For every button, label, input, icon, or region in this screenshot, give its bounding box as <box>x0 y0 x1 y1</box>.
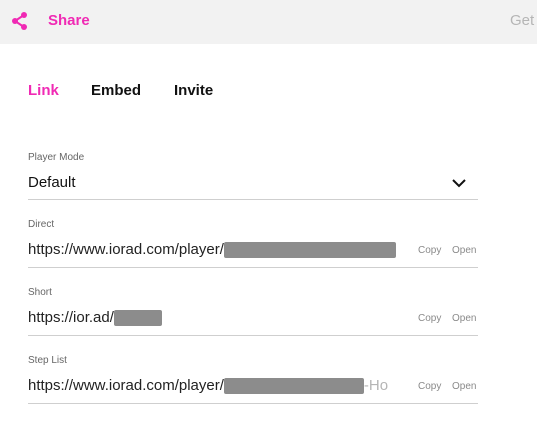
direct-label: Direct <box>28 219 55 230</box>
open-button[interactable]: Open <box>452 313 476 324</box>
step-list-link-field: Step List https://www.iorad.com/player/ … <box>28 353 478 404</box>
tab-invite[interactable]: Invite <box>174 82 213 99</box>
share-icon[interactable] <box>10 11 30 31</box>
direct-url-text: https://www.iorad.com/player/ <box>28 241 224 258</box>
direct-link-field: Direct https://www.iorad.com/player/ Cop… <box>28 217 478 268</box>
player-mode-value: Default <box>28 174 76 191</box>
step-list-label: Step List <box>28 355 67 366</box>
copy-button[interactable]: Copy <box>418 381 441 392</box>
short-url-text: https://ior.ad/ <box>28 309 114 326</box>
tab-link[interactable]: Link <box>28 82 59 99</box>
share-title: Share <box>48 12 90 29</box>
player-mode-label: Player Mode <box>28 152 85 163</box>
step-list-url-suffix: -Ho <box>363 377 389 394</box>
tab-embed[interactable]: Embed <box>91 82 141 99</box>
top-bar: Share Get <box>0 0 537 44</box>
redacted-id <box>113 309 162 326</box>
chevron-down-icon[interactable] <box>452 178 466 188</box>
redacted-id <box>223 241 396 258</box>
short-label: Short <box>28 287 52 298</box>
player-mode-select[interactable]: Player Mode Default <box>28 150 478 200</box>
open-button[interactable]: Open <box>452 381 476 392</box>
redacted-id <box>223 377 364 394</box>
copy-button[interactable]: Copy <box>418 245 441 256</box>
step-list-url[interactable]: https://www.iorad.com/player/ -Ho <box>28 377 403 394</box>
direct-url[interactable]: https://www.iorad.com/player/ <box>28 241 396 258</box>
copy-button[interactable]: Copy <box>418 313 441 324</box>
short-url[interactable]: https://ior.ad/ <box>28 309 162 326</box>
open-button[interactable]: Open <box>452 245 476 256</box>
short-link-field: Short https://ior.ad/ Copy Open <box>28 285 478 336</box>
step-list-url-text: https://www.iorad.com/player/ <box>28 377 224 394</box>
get-link[interactable]: Get <box>510 12 534 29</box>
